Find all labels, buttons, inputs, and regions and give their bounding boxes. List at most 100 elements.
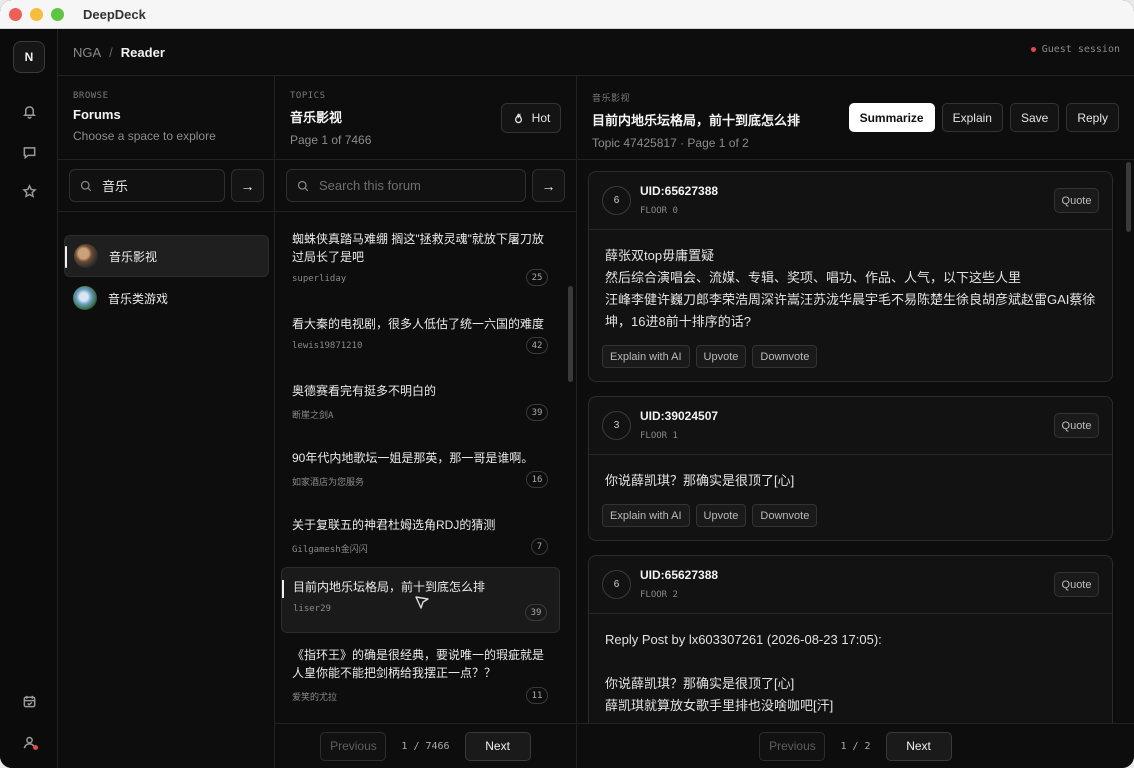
thread-panel: 音乐影视 目前内地乐坛格局，前十到底怎么排 Topic 47425817 · P… bbox=[577, 76, 1134, 768]
quote-button[interactable]: Quote bbox=[1054, 188, 1099, 213]
post-line: 你说薛凯琪？那确实是很顶了[心] bbox=[605, 473, 795, 488]
reply-count-badge: 11 bbox=[526, 687, 548, 704]
window-controls bbox=[9, 7, 64, 21]
post-line: 汪峰李健许巍刀郎李荣浩周深许嵩汪苏泷华晨宇毛不易陈楚生徐良胡彦斌赵雷GAI蔡徐坤… bbox=[605, 292, 1096, 329]
breadcrumb-current: Reader bbox=[120, 44, 165, 60]
arrow-right-icon: → bbox=[541, 177, 556, 194]
topic-search-row: Search this forum → bbox=[275, 160, 576, 212]
session-label: Guest session bbox=[1041, 44, 1120, 55]
upvote-button[interactable]: Upvote bbox=[695, 345, 747, 368]
post-uid: UID:39024507 bbox=[640, 409, 719, 423]
thread-page-info: 1 / 2 bbox=[840, 740, 871, 752]
topic-item[interactable]: 90年代内地歌坛一姐是那英，那一哥是谁啊。 如家酒店为您服务 16 bbox=[281, 439, 560, 488]
thread-next-button[interactable]: Next bbox=[885, 731, 952, 761]
downvote-button[interactable]: Downvote bbox=[752, 504, 818, 527]
topics-scrollbar[interactable] bbox=[568, 286, 573, 382]
post-avatar-badge: 3 bbox=[602, 411, 631, 440]
forum-item-music-games[interactable]: 音乐类游戏 bbox=[64, 277, 269, 319]
forum-avatar bbox=[74, 244, 98, 268]
post-line: 薛凯琪就算放女歌手里排也没啥咖吧[汗] bbox=[605, 698, 834, 713]
minimize-window-button[interactable] bbox=[30, 7, 43, 21]
reply-count-badge: 7 bbox=[531, 538, 548, 555]
post-line: Reply Post by lx603307261 (2026-08-23 17… bbox=[605, 632, 882, 647]
topics-page-info: 1 / 7466 bbox=[401, 740, 450, 752]
post-actions: Explain with AI Upvote Downvote bbox=[589, 492, 1112, 540]
star-icon[interactable] bbox=[19, 181, 39, 201]
post-card: 3 UID:39024507 FLOOR 1 Quote 你说薛凯琪？那确实是很… bbox=[588, 396, 1113, 541]
sort-hot-label: Hot bbox=[531, 111, 551, 125]
quote-button[interactable]: Quote bbox=[1054, 413, 1099, 438]
user-icon[interactable] bbox=[19, 732, 39, 752]
explain-with-ai-button[interactable]: Explain with AI bbox=[602, 504, 690, 527]
topic-search-go-button[interactable]: → bbox=[532, 169, 565, 202]
forums-header: BROWSE Forums Choose a space to explore bbox=[58, 76, 274, 160]
reply-count-badge: 25 bbox=[526, 269, 548, 286]
topic-title: 《指环王》的确是很经典，要说唯一的瑕疵就是人皇你能不能把剑柄给我摆正一点？？ bbox=[292, 648, 545, 680]
forums-eyebrow: BROWSE bbox=[73, 91, 109, 101]
bell-icon[interactable] bbox=[19, 101, 39, 121]
post-floor: FLOOR 1 bbox=[640, 431, 678, 441]
upvote-button[interactable]: Upvote bbox=[695, 504, 747, 527]
calendar-icon[interactable] bbox=[19, 691, 39, 711]
forums-subtitle: Choose a space to explore bbox=[73, 129, 216, 143]
downvote-button[interactable]: Downvote bbox=[752, 345, 818, 368]
topics-header: TOPICS 音乐影视 Page 1 of 7466 Hot bbox=[275, 76, 576, 160]
topics-previous-button[interactable]: Previous bbox=[320, 731, 387, 761]
forum-item-label: 音乐类游戏 bbox=[108, 291, 169, 306]
thread-header: 音乐影视 目前内地乐坛格局，前十到底怎么排 Topic 47425817 · P… bbox=[577, 76, 1134, 160]
reply-count-badge: 16 bbox=[526, 471, 548, 488]
topic-author: 断崖之剑A bbox=[292, 411, 334, 421]
forum-search-value: 音乐 bbox=[102, 179, 129, 194]
breadcrumb: NGA / Reader bbox=[73, 45, 165, 60]
post-avatar-badge: 6 bbox=[602, 186, 631, 215]
thread-scrollbar[interactable] bbox=[1126, 162, 1131, 232]
topic-item[interactable]: 蜘蛛侠真踏马难绷 搁这"拯救灵魂"就放下屠刀放过局长了是吧 superliday… bbox=[281, 220, 560, 286]
session-status: Guest session bbox=[1030, 44, 1120, 55]
top-bar: NGA / Reader Guest session bbox=[58, 29, 1134, 76]
close-window-button[interactable] bbox=[9, 7, 22, 21]
explain-button[interactable]: Explain bbox=[941, 103, 1003, 132]
post-header: 3 UID:39024507 FLOOR 1 Quote bbox=[589, 397, 1112, 455]
topic-search-input[interactable]: Search this forum bbox=[286, 169, 526, 202]
post-header: 6 UID:65627388 FLOOR 0 Quote bbox=[589, 172, 1112, 230]
forum-item-music-film[interactable]: 音乐影视 bbox=[64, 235, 269, 277]
topic-title: 蜘蛛侠真踏马难绷 搁这"拯救灵魂"就放下屠刀放过局长了是吧 bbox=[292, 232, 544, 264]
reply-count-badge: 39 bbox=[526, 404, 548, 421]
flame-icon bbox=[514, 112, 522, 123]
topics-subtitle: Page 1 of 7466 bbox=[290, 133, 372, 147]
reply-button[interactable]: Reply bbox=[1066, 103, 1119, 132]
topic-item[interactable]: 《指环王》的确是很经典，要说唯一的瑕疵就是人皇你能不能把剑柄给我摆正一点？？ 爱… bbox=[281, 636, 560, 704]
summarize-button[interactable]: Summarize bbox=[848, 103, 935, 132]
topics-next-button[interactable]: Next bbox=[464, 731, 531, 761]
thread-previous-button[interactable]: Previous bbox=[759, 731, 826, 761]
topics-panel: TOPICS 音乐影视 Page 1 of 7466 Hot Search th… bbox=[275, 76, 577, 768]
sort-hot-button[interactable]: Hot bbox=[501, 103, 561, 133]
app-window: DeepDeck N NGA / Reader Guest session BR… bbox=[0, 0, 1134, 768]
topic-item[interactable]: 奥德赛看完有挺多不明白的 断崖之剑A 39 bbox=[281, 372, 560, 421]
topic-title: 关于复联五的神君杜姆选角RDJ的猜测 bbox=[292, 518, 496, 532]
post-body: 你说薛凯琪？那确实是很顶了[心] bbox=[589, 455, 1112, 492]
post-line: 你说薛凯琪？那确实是很顶了[心] bbox=[605, 676, 795, 691]
topic-item[interactable]: 关于复联五的神君杜姆选角RDJ的猜测 Gilgamesh金闪闪 7 bbox=[281, 506, 560, 555]
explain-with-ai-button[interactable]: Explain with AI bbox=[602, 345, 690, 368]
breadcrumb-root[interactable]: NGA bbox=[73, 45, 101, 60]
post-body: 薛张双top毋庸置疑 然后综合演唱会、流媒、专辑、奖项、唱功、作品、人气，以下这… bbox=[589, 230, 1112, 333]
topic-title: 看大秦的电视剧，很多人低估了统一六国的难度 bbox=[292, 317, 545, 331]
save-button[interactable]: Save bbox=[1009, 103, 1060, 132]
chat-icon[interactable] bbox=[19, 142, 39, 162]
forums-panel: BROWSE Forums Choose a space to explore … bbox=[58, 76, 275, 768]
post-uid: UID:65627388 bbox=[640, 568, 719, 582]
quote-button[interactable]: Quote bbox=[1054, 572, 1099, 597]
zoom-window-button[interactable] bbox=[51, 7, 64, 21]
topics-eyebrow: TOPICS bbox=[290, 91, 326, 101]
reply-count-badge: 42 bbox=[526, 337, 548, 354]
forum-search-go-button[interactable]: → bbox=[231, 169, 264, 202]
forum-search-input[interactable]: 音乐 bbox=[69, 169, 225, 202]
topic-author: 爱笑的尤拉 bbox=[292, 693, 338, 703]
topic-author: Gilgamesh金闪闪 bbox=[292, 545, 368, 555]
post-uid: UID:65627388 bbox=[640, 184, 719, 198]
arrow-right-icon: → bbox=[240, 177, 255, 194]
title-bar: DeepDeck bbox=[0, 0, 1134, 29]
topic-item[interactable]: 看大秦的电视剧，很多人低估了统一六国的难度 lewis19871210 42 bbox=[281, 305, 560, 354]
app-logo[interactable]: N bbox=[13, 41, 45, 73]
